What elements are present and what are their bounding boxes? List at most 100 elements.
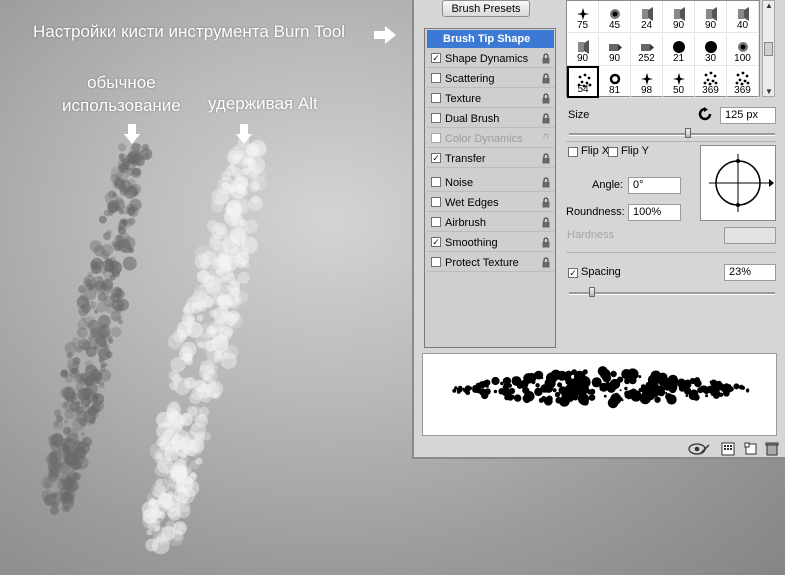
lock-icon[interactable]	[541, 177, 551, 188]
lock-icon[interactable]	[541, 257, 551, 268]
brush-preset-cell[interactable]: 252	[631, 34, 663, 66]
size-slider[interactable]	[569, 133, 775, 136]
brush-presets-grid: 75 45 24 90 90 40 90 90 252 21 30 100 54 81 98 50 369 369	[566, 0, 760, 98]
brush-preset-cell[interactable]: 30	[695, 34, 727, 66]
size-field[interactable]: 125 px	[720, 107, 776, 124]
option-label: Scattering	[445, 73, 495, 85]
brush-size-label: 30	[704, 53, 717, 64]
brush-preset-cell[interactable]: 98	[631, 66, 663, 98]
brush-size-label: 369	[734, 85, 751, 96]
spacing-slider[interactable]	[569, 292, 775, 295]
option-noise[interactable]: Noise	[427, 174, 554, 192]
lock-icon[interactable]	[541, 113, 551, 124]
brush-size-label: 90	[672, 20, 685, 31]
option-checkbox[interactable]	[431, 217, 441, 227]
brush-size-label: 100	[734, 53, 751, 64]
flip-x-checkbox[interactable]	[568, 147, 578, 157]
brush-preset-cell[interactable]: 90	[663, 1, 695, 33]
create-new-brush-icon[interactable]	[744, 442, 758, 456]
option-checkbox[interactable]: ✓	[431, 153, 441, 163]
flip-y-label: Flip Y	[621, 145, 649, 157]
option-checkbox[interactable]: ✓	[431, 237, 441, 247]
lock-icon[interactable]	[541, 53, 551, 64]
option-wet-edges[interactable]: Wet Edges	[427, 194, 554, 212]
option-smoothing[interactable]: ✓ Smoothing	[427, 234, 554, 252]
brush-preset-cell[interactable]: 21	[663, 34, 695, 66]
brush-preset-cell[interactable]: 90	[567, 34, 599, 66]
brush-size-label: 90	[576, 53, 589, 64]
option-label: Transfer	[445, 153, 486, 165]
roundness-field[interactable]: 100%	[628, 204, 681, 221]
brush-preset-cell[interactable]: 81	[599, 66, 631, 98]
option-checkbox[interactable]	[431, 197, 441, 207]
panel-grid-icon[interactable]	[721, 442, 735, 456]
brush-preset-cell[interactable]: 100	[727, 34, 759, 66]
brush-preset-cell[interactable]: 369	[695, 66, 727, 98]
option-color-dynamics: Color Dynamics	[427, 130, 554, 148]
option-label: Noise	[445, 177, 474, 189]
lock-icon[interactable]	[541, 93, 551, 104]
option-transfer[interactable]: ✓ Transfer	[427, 150, 554, 168]
brush-preset-cell[interactable]: 369	[727, 66, 759, 98]
reset-size-icon[interactable]	[698, 107, 712, 121]
brush-size-label: 40	[736, 20, 749, 31]
angle-field[interactable]: 0°	[628, 177, 681, 194]
option-label: Color Dynamics	[445, 133, 523, 145]
spacing-checkbox[interactable]: ✓	[568, 268, 578, 278]
spacing-slider-knob[interactable]	[588, 287, 595, 297]
option-label: Wet Edges	[445, 197, 499, 209]
option-protect-texture[interactable]: Protect Texture	[427, 254, 554, 272]
option-checkbox[interactable]	[431, 257, 441, 267]
brush-size-label: 45	[608, 20, 621, 31]
trash-icon[interactable]	[765, 442, 779, 456]
down-arrow-icon	[236, 124, 252, 144]
spacing-field[interactable]: 23%	[724, 264, 776, 281]
brush-preset-cell[interactable]: 90	[599, 34, 631, 66]
normal-usage-annotation: обычное использование	[62, 71, 181, 117]
angle-roundness-widget[interactable]	[700, 145, 776, 221]
lock-icon[interactable]	[541, 237, 551, 248]
option-texture[interactable]: Texture	[427, 90, 554, 108]
brush-size-label: 21	[672, 53, 685, 64]
option-label: Dual Brush	[445, 113, 500, 125]
brush-size-label: 90	[608, 53, 621, 64]
brush-presets-button[interactable]: Brush Presets	[442, 0, 530, 17]
option-label: Shape Dynamics	[445, 53, 529, 65]
option-checkbox[interactable]	[431, 73, 441, 83]
scroll-up-icon[interactable]: ▲	[765, 1, 773, 10]
brush-preset-cell[interactable]: 54	[567, 66, 599, 98]
lock-icon[interactable]	[541, 73, 551, 84]
scroll-thumb[interactable]	[764, 42, 773, 56]
right-arrow-icon	[374, 26, 396, 44]
lock-icon[interactable]	[541, 217, 551, 228]
option-dual-brush[interactable]: Dual Brush	[427, 110, 554, 128]
toggle-live-tip-icon[interactable]	[688, 442, 710, 456]
option-label: Texture	[445, 93, 482, 105]
lock-icon[interactable]	[541, 153, 551, 164]
normal-burn-stroke	[41, 142, 153, 515]
option-checkbox[interactable]	[431, 93, 441, 103]
brush-preset-cell[interactable]: 40	[727, 1, 759, 33]
lock-icon[interactable]	[541, 133, 551, 144]
brush-preset-cell[interactable]: 75	[567, 1, 599, 33]
brush-size-label: 24	[640, 20, 653, 31]
lock-icon[interactable]	[541, 197, 551, 208]
flip-y-checkbox[interactable]	[608, 147, 618, 157]
option-checkbox[interactable]	[431, 177, 441, 187]
option-brush-tip-shape[interactable]: Brush Tip Shape	[427, 30, 554, 48]
presets-scrollbar[interactable]: ▲ ▼	[762, 0, 775, 97]
option-checkbox[interactable]	[431, 113, 441, 123]
option-airbrush[interactable]: Airbrush	[427, 214, 554, 232]
brush-size-label: 54	[577, 84, 589, 95]
brush-preset-cell[interactable]: 24	[631, 1, 663, 33]
option-scattering[interactable]: Scattering	[427, 70, 554, 88]
brush-preset-cell[interactable]: 90	[695, 1, 727, 33]
brush-preset-cell[interactable]: 50	[663, 66, 695, 98]
brush-preset-cell[interactable]: 45	[599, 1, 631, 33]
option-checkbox[interactable]: ✓	[431, 53, 441, 63]
scroll-down-icon[interactable]: ▼	[765, 87, 773, 96]
option-label: Airbrush	[445, 217, 486, 229]
option-shape-dynamics[interactable]: ✓ Shape Dynamics	[427, 50, 554, 68]
down-arrow-icon	[124, 124, 140, 144]
size-slider-knob[interactable]	[685, 128, 692, 138]
